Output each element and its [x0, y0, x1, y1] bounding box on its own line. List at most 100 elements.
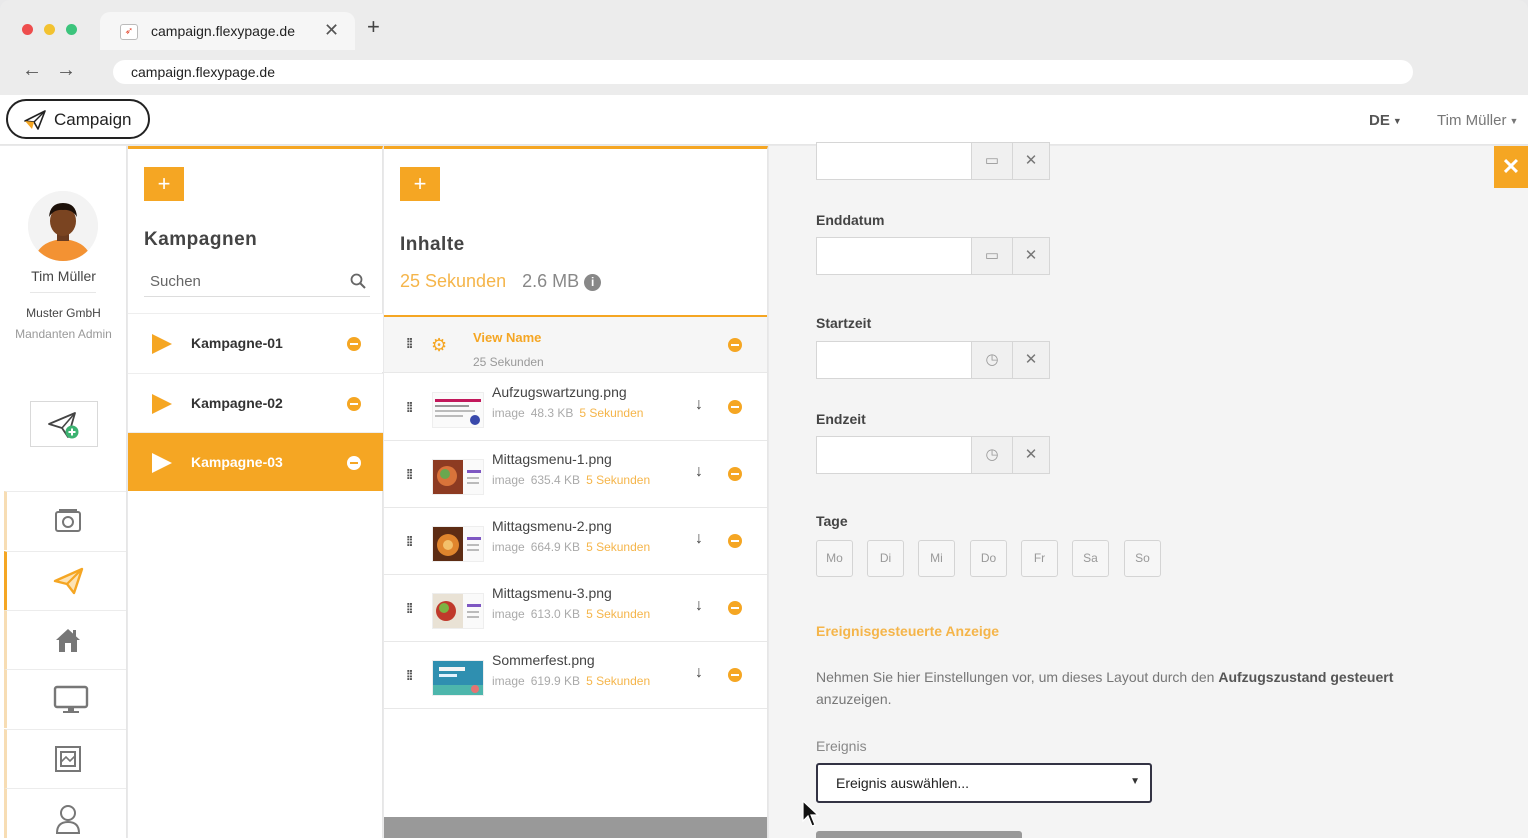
remove-campaign-icon[interactable]: [347, 456, 361, 470]
download-icon[interactable]: ↓: [695, 463, 703, 481]
day-toggle-sa[interactable]: Sa: [1072, 540, 1109, 577]
tab-close-icon[interactable]: ✕: [324, 20, 339, 41]
brand-button[interactable]: Campaign: [6, 99, 150, 139]
nav-campaign[interactable]: [4, 551, 126, 610]
remove-content-icon[interactable]: [728, 467, 742, 481]
nav-layouts[interactable]: [4, 729, 126, 788]
startzeit-input[interactable]: [816, 341, 972, 379]
enddatum-label: Enddatum: [816, 212, 885, 228]
day-toggle-so[interactable]: So: [1124, 540, 1161, 577]
nav-screens[interactable]: [4, 669, 126, 728]
user-menu[interactable]: Tim Müller ▼: [1437, 112, 1518, 129]
drag-handle-icon[interactable]: ⁞⁞: [406, 667, 413, 683]
remove-campaign-icon[interactable]: [347, 397, 361, 411]
clear-icon[interactable]: ✕: [1012, 237, 1050, 275]
drag-handle-icon[interactable]: ⁞⁞: [406, 335, 413, 351]
view-row[interactable]: ⁞⁞ ⚙ View Name 25 Sekunden: [384, 317, 767, 373]
campaign-name: Kampagne-03: [191, 454, 283, 470]
content-item[interactable]: ⁞⁞ Mittagsmenu-3.png image 613.0 KB 5 Seku…: [384, 575, 767, 642]
content-item[interactable]: ⁞⁞ Sommerfest.png image 619.9 KB 5 Sekunde…: [384, 642, 767, 709]
startdatum-input[interactable]: [816, 142, 972, 180]
enddatum-input[interactable]: [816, 237, 972, 275]
home-icon: [56, 629, 80, 652]
clock-icon[interactable]: ◷: [971, 341, 1013, 379]
remove-content-icon[interactable]: [728, 400, 742, 414]
day-toggle-di[interactable]: Di: [867, 540, 904, 577]
content-item[interactable]: ⁞⁞ Mittagsmenu-1.png image 635.4 KB 5 Seku…: [384, 441, 767, 508]
back-button[interactable]: ←: [22, 59, 42, 81]
day-toggle-do[interactable]: Do: [970, 540, 1007, 577]
drag-handle-icon[interactable]: ⁞⁞: [406, 533, 413, 549]
caret-down-icon: ▼: [1392, 116, 1402, 127]
nav-media[interactable]: [4, 491, 126, 550]
search-icon[interactable]: [350, 273, 366, 289]
download-icon[interactable]: ↓: [695, 530, 703, 548]
search-input[interactable]: Suchen: [150, 273, 201, 290]
day-toggle-mi[interactable]: Mi: [918, 540, 955, 577]
startdatum-field-group: ▭ ✕: [816, 142, 1050, 180]
forward-button[interactable]: →: [56, 59, 76, 81]
campaign-row-selected[interactable]: Kampagne-03: [128, 432, 383, 491]
content-item[interactable]: ⁞⁞ Mittagsmenu-2.png image 664.9 KB 5 Seku…: [384, 508, 767, 575]
campaign-name: Kampagne-02: [191, 395, 283, 411]
paper-plane-icon: [53, 567, 84, 595]
campaign-search[interactable]: Suchen: [144, 265, 370, 297]
clear-icon[interactable]: ✕: [1012, 436, 1050, 474]
event-desc-text: Nehmen Sie hier Einstellungen vor, um di…: [816, 669, 1219, 685]
remove-content-icon[interactable]: [728, 601, 742, 615]
clear-icon[interactable]: ✕: [1012, 142, 1050, 180]
remove-view-icon[interactable]: [728, 338, 742, 352]
endzeit-input[interactable]: [816, 436, 972, 474]
content-duration: 5 Sekunden: [579, 406, 644, 420]
language-dropdown[interactable]: DE ▼: [1369, 112, 1402, 129]
campaign-name: Kampagne-01: [191, 335, 283, 351]
drag-handle-icon[interactable]: ⁞⁞: [406, 466, 413, 482]
address-bar[interactable]: campaign.flexypage.de: [113, 60, 1413, 84]
clear-icon[interactable]: ✕: [1012, 341, 1050, 379]
campaigns-title: Kampagnen: [144, 229, 258, 250]
remove-content-icon[interactable]: [728, 534, 742, 548]
gear-icon[interactable]: ⚙: [431, 336, 447, 354]
content-size: 619.9 KB: [530, 674, 581, 688]
content-item[interactable]: ⁞⁞ Aufzugswartzung.png image 48.3 KB 5 Sek…: [384, 374, 767, 441]
new-tab-button[interactable]: +: [367, 16, 380, 38]
browser-tab[interactable]: ➶ campaign.flexypage.de ✕: [100, 12, 355, 50]
thumbnail-image: [432, 526, 484, 562]
nav-home[interactable]: [4, 610, 126, 669]
profile-role: Mandanten Admin: [15, 327, 112, 341]
new-campaign-button[interactable]: [30, 401, 98, 447]
remove-content-icon[interactable]: [728, 668, 742, 682]
download-icon[interactable]: ↓: [695, 396, 703, 414]
calendar-icon[interactable]: ▭: [971, 142, 1013, 180]
day-toggle-fr[interactable]: Fr: [1021, 540, 1058, 577]
form-submit-button[interactable]: [816, 831, 1022, 838]
campaign-row[interactable]: Kampagne-02: [128, 373, 383, 432]
calendar-icon[interactable]: ▭: [971, 237, 1013, 275]
nav-users[interactable]: [4, 788, 126, 838]
minimize-window-button[interactable]: [44, 24, 55, 35]
day-toggle-mo[interactable]: Mo: [816, 540, 853, 577]
add-campaign-button[interactable]: +: [144, 167, 184, 201]
download-icon[interactable]: ↓: [695, 597, 703, 615]
event-desc-text-end: anzuzeigen.: [816, 691, 892, 707]
left-sidebar: Tim Müller Muster GmbH Mandanten Admin: [0, 146, 127, 838]
campaign-row[interactable]: Kampagne-01: [128, 313, 383, 372]
content-type: image: [492, 540, 525, 554]
close-window-button[interactable]: [22, 24, 33, 35]
avatar[interactable]: [28, 191, 98, 261]
maximize-window-button[interactable]: [66, 24, 77, 35]
event-select[interactable]: Ereignis auswählen... ▼: [816, 763, 1152, 803]
user-icon: [55, 805, 81, 834]
user-menu-label: Tim Müller: [1437, 112, 1507, 129]
drag-handle-icon[interactable]: ⁞⁞: [406, 600, 413, 616]
close-panel-button[interactable]: ✕: [1494, 146, 1528, 188]
content-size: 635.4 KB: [530, 473, 581, 487]
drag-handle-icon[interactable]: ⁞⁞: [406, 399, 413, 415]
clock-icon[interactable]: ◷: [971, 436, 1013, 474]
divider: [30, 292, 96, 293]
send-add-icon: [48, 412, 79, 439]
info-icon[interactable]: i: [584, 274, 602, 291]
add-content-button[interactable]: +: [400, 167, 440, 201]
remove-campaign-icon[interactable]: [347, 337, 361, 351]
download-icon[interactable]: ↓: [695, 664, 703, 682]
